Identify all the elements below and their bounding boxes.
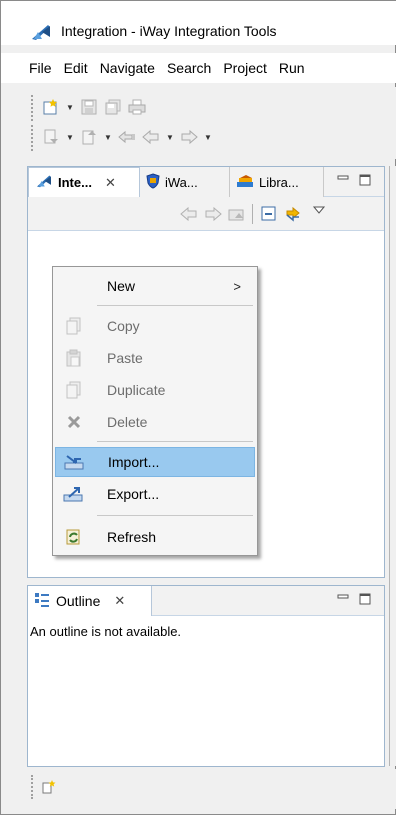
menu-run[interactable]: Run <box>273 53 311 83</box>
toolbar-row-1: ▼ <box>41 95 147 119</box>
up-folder-icon[interactable] <box>228 205 246 223</box>
tab-library[interactable]: Libra... <box>230 167 324 197</box>
previous-annotation-icon[interactable] <box>79 127 99 147</box>
export-icon <box>63 484 85 504</box>
next-annotation-icon[interactable] <box>41 127 61 147</box>
view-menu-icon[interactable] <box>310 201 328 219</box>
menu-item-delete[interactable]: Delete <box>55 407 255 437</box>
tab-label: iWa... <box>165 174 198 190</box>
tab-integration[interactable]: Inte... ✕ <box>28 167 140 197</box>
chevron-down-icon[interactable]: ▼ <box>165 127 175 147</box>
tab-label: Libra... <box>259 174 299 190</box>
save-all-icon[interactable] <box>103 97 123 117</box>
menu-item-label: Import... <box>108 454 160 470</box>
menu-item-label: New <box>107 278 136 294</box>
import-icon <box>64 452 86 472</box>
tab-label: Outline <box>56 593 101 609</box>
toolbar-separator <box>252 204 253 224</box>
menu-edit[interactable]: Edit <box>58 53 94 83</box>
chevron-down-icon[interactable]: ▼ <box>203 127 213 147</box>
chevron-down-icon[interactable]: ▼ <box>65 97 75 117</box>
window-title: Integration - iWay Integration Tools <box>61 23 277 39</box>
library-icon <box>236 174 254 191</box>
outline-panel: Outline ✕ An outline is not available. <box>27 585 385 767</box>
chevron-down-icon[interactable]: ▼ <box>103 127 113 147</box>
close-icon[interactable]: ✕ <box>114 593 125 609</box>
application-window: Integration - iWay Integration Tools Fil… <box>0 0 396 815</box>
copy-icon <box>63 316 85 336</box>
outline-tab-bar: Outline ✕ <box>28 586 384 616</box>
tab-outline[interactable]: Outline ✕ <box>28 586 152 616</box>
duplicate-icon <box>63 380 85 400</box>
outline-icon <box>34 592 50 611</box>
forward-icon[interactable] <box>204 205 222 223</box>
chevron-down-icon[interactable]: ▼ <box>65 127 75 147</box>
save-icon[interactable] <box>79 97 99 117</box>
toolbar-grip[interactable] <box>31 775 34 799</box>
maximize-icon[interactable] <box>358 173 372 187</box>
menu-item-label: Export... <box>107 486 160 502</box>
integration-icon <box>35 174 53 191</box>
menu-item-label: Paste <box>107 350 143 366</box>
refresh-icon <box>63 527 85 547</box>
title-bar: Integration - iWay Integration Tools <box>1 1 396 45</box>
menu-item-paste[interactable]: Paste <box>55 343 255 373</box>
menu-file[interactable]: File <box>1 53 58 83</box>
back-arrow-icon[interactable] <box>141 127 161 147</box>
link-with-editor-icon[interactable] <box>284 205 302 223</box>
forward-arrow-icon[interactable] <box>179 127 199 147</box>
toolbar-grip[interactable] <box>31 125 34 151</box>
menu-separator <box>97 515 253 516</box>
menu-item-duplicate[interactable]: Duplicate <box>55 375 255 405</box>
menu-item-new[interactable]: New > <box>55 271 255 301</box>
minimize-icon[interactable] <box>336 592 350 606</box>
new-icon[interactable] <box>41 97 61 117</box>
view-tab-bar: Inte... ✕ iWa... Libra... <box>28 167 384 197</box>
minimize-icon[interactable] <box>336 173 350 187</box>
menu-item-export[interactable]: Export... <box>55 479 255 509</box>
collapse-all-icon[interactable] <box>260 205 278 223</box>
submenu-arrow-icon: > <box>233 278 241 294</box>
delete-icon <box>63 412 85 432</box>
outline-message: An outline is not available. <box>30 624 182 639</box>
main-toolbar: ▼ ▼ ▼ ▼ ▼ <box>1 87 396 159</box>
close-icon[interactable]: ✕ <box>105 175 116 191</box>
menu-item-label: Duplicate <box>107 382 166 398</box>
menu-navigate[interactable]: Navigate <box>94 53 161 83</box>
menu-item-label: Refresh <box>107 529 157 545</box>
print-icon[interactable] <box>127 97 147 117</box>
menu-item-refresh[interactable]: Refresh <box>55 522 255 552</box>
menu-item-import[interactable]: Import... <box>55 447 255 477</box>
last-edit-location-icon[interactable] <box>117 127 137 147</box>
menu-separator <box>97 305 253 306</box>
menu-search[interactable]: Search <box>161 53 217 83</box>
toolbar-grip[interactable] <box>31 95 34 121</box>
menu-item-label: Copy <box>107 318 140 334</box>
iway-shield-icon <box>146 172 160 192</box>
paste-icon <box>63 348 85 368</box>
back-icon[interactable] <box>180 205 198 223</box>
menu-item-label: Delete <box>107 414 148 430</box>
menu-item-copy[interactable]: Copy <box>55 311 255 341</box>
menu-project[interactable]: Project <box>217 53 273 83</box>
view-toolbar <box>28 197 384 231</box>
iway-app-icon <box>30 23 52 41</box>
context-menu: New > Copy Paste Duplicate Delete Import… <box>52 266 258 556</box>
menu-bar: File Edit Navigate Search Project Run <box>1 53 396 83</box>
tab-label: Inte... <box>58 175 92 190</box>
status-bar <box>1 769 396 809</box>
editor-area-edge <box>389 166 396 766</box>
toolbar-row-2: ▼ ▼ ▼ ▼ <box>41 125 213 149</box>
maximize-icon[interactable] <box>358 592 372 606</box>
tab-iway[interactable]: iWa... <box>140 167 230 197</box>
menu-separator <box>97 441 253 442</box>
open-perspective-icon[interactable] <box>41 779 57 798</box>
